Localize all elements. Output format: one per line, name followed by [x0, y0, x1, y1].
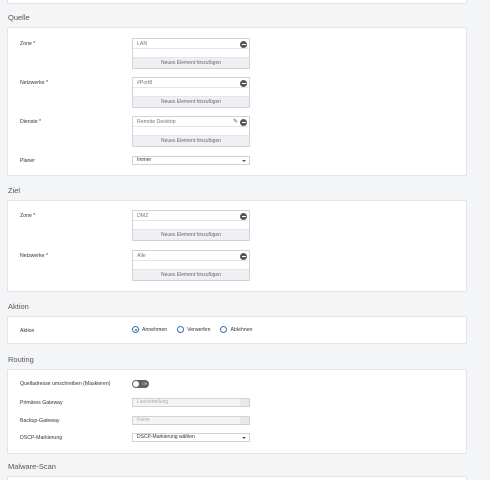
routing-rewrite-label: Quelladresse umschreiben (Maskieren)	[20, 381, 111, 387]
chevron-down-icon	[242, 160, 246, 162]
routing-rewrite-toggle[interactable]: Off	[132, 380, 149, 388]
radio-verwerfen-label: Verwerfen	[187, 326, 211, 333]
routing-backup-label: Backup-Gateway	[20, 418, 60, 424]
card-malware	[7, 476, 467, 480]
quelle-planer-select[interactable]: Immer	[132, 156, 250, 165]
routing-backup-value: Keine	[137, 417, 150, 423]
routing-dscp-select[interactable]: DSCP-Markierung wählen	[132, 433, 250, 442]
quelle-zone-add-button[interactable]: Neues Element hinzufügen	[133, 57, 249, 68]
page-scrollbar[interactable]	[472, 0, 490, 480]
ziel-netzwerke-label: Netzwerke *	[20, 253, 48, 259]
chevron-down-icon	[242, 437, 246, 439]
ziel-zone-chip: DMZ	[133, 211, 249, 221]
routing-dscp-value: DSCP-Markierung wählen	[137, 434, 195, 440]
quelle-netzwerke-label: Netzwerke *	[20, 80, 48, 86]
quelle-dienste-chip-text: Remote Desktop	[137, 119, 176, 125]
quelle-dienste-add-button[interactable]: Neues Element hinzufügen	[133, 135, 249, 146]
remove-icon[interactable]	[240, 119, 247, 126]
radio-ablehnen-dot[interactable]	[220, 326, 228, 333]
radio-ablehnen-label: Ablehnen	[230, 326, 253, 333]
ziel-zone-label: Zone *	[20, 213, 36, 219]
ziel-zone-add-button[interactable]: Neues Element hinzufügen	[133, 229, 249, 240]
remove-icon[interactable]	[240, 41, 247, 48]
section-title-aktion: Aktion	[8, 302, 29, 311]
remove-icon[interactable]	[240, 253, 247, 260]
section-title-ziel: Ziel	[8, 186, 21, 195]
toggle-knob	[133, 381, 139, 387]
ziel-zone-chip-text: DMZ	[137, 213, 149, 219]
quelle-planer-value: Immer	[137, 157, 152, 163]
select-button-box	[240, 399, 249, 406]
quelle-planer-label: Planer	[20, 158, 35, 164]
quelle-netzwerke-chip: #Port8	[133, 78, 249, 88]
radio-annehmen-dot[interactable]	[132, 326, 139, 333]
quelle-netzwerke-add-button[interactable]: Neues Element hinzufügen	[133, 96, 249, 107]
routing-primary-select[interactable]: Lastverteilung	[132, 398, 250, 407]
quelle-zone-label: Zone *	[20, 41, 36, 47]
routing-dscp-label: DSCP-Markierung	[20, 435, 63, 441]
routing-primary-label: Primäres Gateway	[20, 400, 63, 406]
quelle-zone-field[interactable]: LAN Neues Element hinzufügen	[132, 38, 250, 69]
quelle-dienste-field[interactable]: Remote Desktop ✎ Neues Element hinzufüge…	[132, 116, 250, 147]
quelle-dienste-chip: Remote Desktop ✎	[133, 117, 249, 127]
radio-annehmen-label: Annehmen	[142, 326, 168, 333]
ziel-zone-field[interactable]: DMZ Neues Element hinzufügen	[132, 210, 250, 241]
section-title-malware: Malware-Scan	[8, 462, 56, 471]
ziel-netzwerke-add-button[interactable]: Neues Element hinzufügen	[133, 269, 249, 280]
radio-ablehnen[interactable]: Ablehnen	[220, 326, 252, 333]
routing-backup-select[interactable]: Keine	[132, 416, 250, 425]
ziel-netzwerke-chip-text: Alle	[137, 253, 146, 259]
edit-pencil-icon[interactable]: ✎	[233, 118, 238, 126]
aktion-radio-group: Annehmen Verwerfen Ablehnen	[132, 326, 252, 333]
section-title-routing: Routing	[8, 355, 34, 364]
routing-primary-value: Lastverteilung	[137, 399, 169, 405]
select-button-box	[240, 417, 249, 424]
quelle-netzwerke-field[interactable]: #Port8 Neues Element hinzufügen	[132, 77, 250, 108]
top-card-edge	[7, 0, 467, 4]
toggle-off-text: Off	[142, 381, 147, 386]
radio-annehmen[interactable]: Annehmen	[132, 326, 167, 333]
remove-icon[interactable]	[240, 80, 247, 87]
radio-verwerfen-dot[interactable]	[177, 326, 185, 333]
quelle-dienste-label: Dienste *	[20, 119, 42, 125]
ziel-netzwerke-field[interactable]: Alle Neues Element hinzufügen	[132, 250, 250, 281]
section-title-quelle: Quelle	[8, 13, 30, 22]
remove-icon[interactable]	[240, 213, 247, 220]
quelle-netzwerke-chip-text: #Port8	[137, 80, 153, 86]
quelle-zone-chip-text: LAN	[137, 41, 148, 47]
ziel-netzwerke-chip: Alle	[133, 251, 249, 261]
aktion-label: Aktion	[20, 328, 35, 334]
radio-verwerfen[interactable]: Verwerfen	[177, 326, 210, 333]
quelle-zone-chip: LAN	[133, 39, 249, 49]
